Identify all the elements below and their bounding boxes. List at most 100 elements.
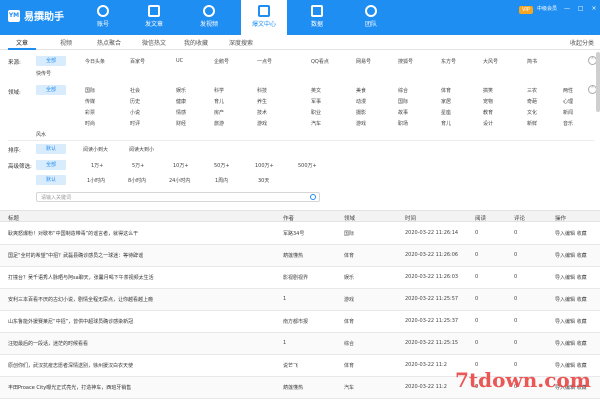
reads-option[interactable]: 50万+	[214, 162, 230, 169]
reads-option[interactable]: 500万+	[298, 162, 317, 169]
reads-option[interactable]: 5万+	[132, 162, 144, 169]
domain-option[interactable]: 英文	[311, 87, 321, 94]
source-option[interactable]: UC	[176, 58, 183, 64]
source-option[interactable]: QQ看点	[311, 58, 329, 65]
cell-title[interactable]: 丰田Proace City曝光正式亮光，打造神车，西班牙销售	[8, 384, 131, 391]
domain-option[interactable]: 三农	[527, 87, 537, 94]
member-level[interactable]: 中级会员	[537, 5, 557, 12]
domain-option[interactable]: 两性	[563, 87, 573, 94]
domain-option[interactable]: 摄影	[356, 109, 366, 116]
domain-option[interactable]: 时尚	[85, 120, 95, 127]
domain-option[interactable]: 星座	[441, 109, 451, 116]
domain-option[interactable]: 育儿	[214, 98, 224, 105]
collapse-categories-link[interactable]: 收起分类	[570, 38, 594, 47]
cell-actions[interactable]: 导入编辑 收藏	[555, 230, 587, 237]
cell-title[interactable]: 安利三本百看不厌的古幻小说，剧情全程无尿点，让你越看越上瘾	[8, 296, 153, 303]
domain-option[interactable]: 故事	[398, 109, 408, 116]
domain-option[interactable]: 育儿	[441, 120, 451, 127]
domain-option[interactable]: 新闻	[563, 109, 573, 116]
cell-actions[interactable]: 导入编辑 收藏	[555, 296, 587, 303]
cell-title[interactable]: 原创你们，武汉抗疫志愿者深情送别，徐州援汉白衣天使	[8, 362, 133, 369]
time-option[interactable]: 8小时内	[128, 177, 146, 184]
nav-hot-center[interactable]: 爆文中心	[241, 0, 287, 35]
nav-data[interactable]: 数据	[294, 0, 340, 35]
tab-hot-aggregation[interactable]: 热点聚合	[97, 38, 121, 47]
table-row[interactable]: 安利三本百看不厌的古幻小说，剧情全程无尿点，让你越看越上瘾 1 游戏 2020-03-…	[0, 289, 600, 311]
keyword-search-input[interactable]: 请输入关键词	[36, 192, 320, 202]
domain-option[interactable]: 娱乐	[176, 87, 186, 94]
cell-title[interactable]: 耿爽怒爆粉！对歇布“中国制造带毒”的谣言者，就得这么干	[8, 230, 138, 237]
time-option[interactable]: 1周内	[215, 177, 228, 184]
domain-option[interactable]: 房产	[214, 109, 224, 116]
domain-option[interactable]: 家居	[441, 98, 451, 105]
reads-option[interactable]: 10万+	[173, 162, 189, 169]
domain-option[interactable]: 职场	[398, 120, 408, 127]
domain-option[interactable]: 职业	[311, 109, 321, 116]
cell-actions[interactable]: 导入编辑 收藏	[555, 340, 587, 347]
reads-option[interactable]: 1万+	[91, 162, 103, 169]
source-option[interactable]: 今日头条	[85, 58, 105, 65]
sort-default-chip[interactable]: 默认	[36, 144, 66, 154]
cell-actions[interactable]: 导入编辑 收藏	[555, 318, 587, 325]
domain-option[interactable]: 财经	[176, 120, 186, 127]
source-all-chip[interactable]: 全部	[36, 56, 66, 66]
source-option[interactable]: 一点号	[257, 58, 272, 65]
domain-option[interactable]: 健康	[176, 98, 186, 105]
domain-option[interactable]: 国际	[85, 87, 95, 94]
domain-option[interactable]: 历史	[130, 98, 140, 105]
domain-option[interactable]: 时评	[130, 120, 140, 127]
source-option[interactable]: 搜狐号	[398, 58, 413, 65]
domain-option[interactable]: 宠物	[483, 98, 493, 105]
table-row[interactable]: 山东鲁能外援赛莱尼“中招”，曾供中超球员确诊感染新冠 南方都市报 体育 2020-03…	[0, 311, 600, 333]
domain-option[interactable]: 奇葩	[527, 98, 537, 105]
domain-option[interactable]: 音乐	[563, 120, 573, 127]
domain-option[interactable]: 汽车	[311, 120, 321, 127]
domain-option[interactable]: 旅游	[214, 120, 224, 127]
domain-option[interactable]: 情感	[176, 109, 186, 116]
domain-option[interactable]: 小说	[130, 109, 140, 116]
nav-account[interactable]: 账号	[80, 0, 126, 35]
source-option[interactable]: 快传号	[36, 70, 51, 77]
reads-all-chip[interactable]: 全部	[36, 160, 66, 170]
domain-option[interactable]: 彩票	[85, 109, 95, 116]
table-row[interactable]: 汪妲最后的一段话，迷茫的时候看看 1 综合 2020-03-22 11:25:15 0 0…	[0, 333, 600, 355]
cell-title[interactable]: 山东鲁能外援赛莱尼“中招”，曾供中超球员确诊感染新冠	[8, 318, 133, 325]
domain-option[interactable]: 教育	[483, 109, 493, 116]
cell-actions[interactable]: 导入编辑 收藏	[555, 252, 587, 259]
domain-option[interactable]: 游戏	[356, 120, 366, 127]
domain-option[interactable]: 体育	[441, 87, 451, 94]
domain-option[interactable]: 心理	[563, 98, 573, 105]
domain-option[interactable]: 科学	[214, 87, 224, 94]
domain-option[interactable]: 技术	[257, 109, 267, 116]
domain-option[interactable]: 军事	[311, 98, 321, 105]
domain-option[interactable]: 综合	[398, 87, 408, 94]
nav-publish-video[interactable]: 发视频	[186, 0, 232, 35]
source-option[interactable]: 简书	[527, 58, 537, 65]
domain-option[interactable]: 搞笑	[483, 87, 493, 94]
tab-videos[interactable]: 视频	[60, 38, 72, 47]
domain-option[interactable]: 科技	[257, 87, 267, 94]
nav-team[interactable]: 团队	[348, 0, 394, 35]
domain-option[interactable]: 新鲜	[527, 120, 537, 127]
window-controls[interactable]: — □ ×	[564, 5, 600, 12]
table-row[interactable]: 耿爽怒爆粉！对歇布“中国制造带毒”的谣言者，就得这么干 军路34号 国际 2020-0…	[0, 223, 600, 245]
domain-option[interactable]: 传媒	[85, 98, 95, 105]
time-option[interactable]: 30天	[258, 177, 269, 184]
sort-option[interactable]: 阅读小到大	[83, 146, 108, 153]
time-option[interactable]: 1小时内	[87, 177, 105, 184]
domain-all-chip[interactable]: 全部	[36, 85, 66, 95]
domain-option[interactable]: 动漫	[356, 98, 366, 105]
search-icon[interactable]	[310, 194, 316, 200]
cell-actions[interactable]: 导入编辑 收藏	[555, 274, 587, 281]
cell-title[interactable]: 汪妲最后的一段话，迷茫的时候看看	[8, 340, 88, 347]
reads-option[interactable]: 100万+	[255, 162, 274, 169]
domain-option[interactable]: 游戏	[257, 120, 267, 127]
tab-articles[interactable]: 文章	[16, 38, 28, 47]
table-row[interactable]: 打撞台？吴千语秀人脉晒与阿sa聊天，张馨月喝下午茶视频太生活 影视剧视界 娱乐 202…	[0, 267, 600, 289]
domain-option[interactable]: 美食	[356, 87, 366, 94]
cell-title[interactable]: 打撞台？吴千语秀人脉晒与阿sa聊天，张馨月喝下午茶视频太生活	[8, 274, 154, 281]
source-option[interactable]: 网易号	[356, 58, 371, 65]
tab-wechat-hot[interactable]: 微信热文	[142, 38, 166, 47]
table-row[interactable]: 国足“全村的希望”中招？武磊县确诊感员之一球迷：等待辟谣 葫莲懂热 体育 2020-0…	[0, 245, 600, 267]
domain-option[interactable]: 设计	[483, 120, 493, 127]
